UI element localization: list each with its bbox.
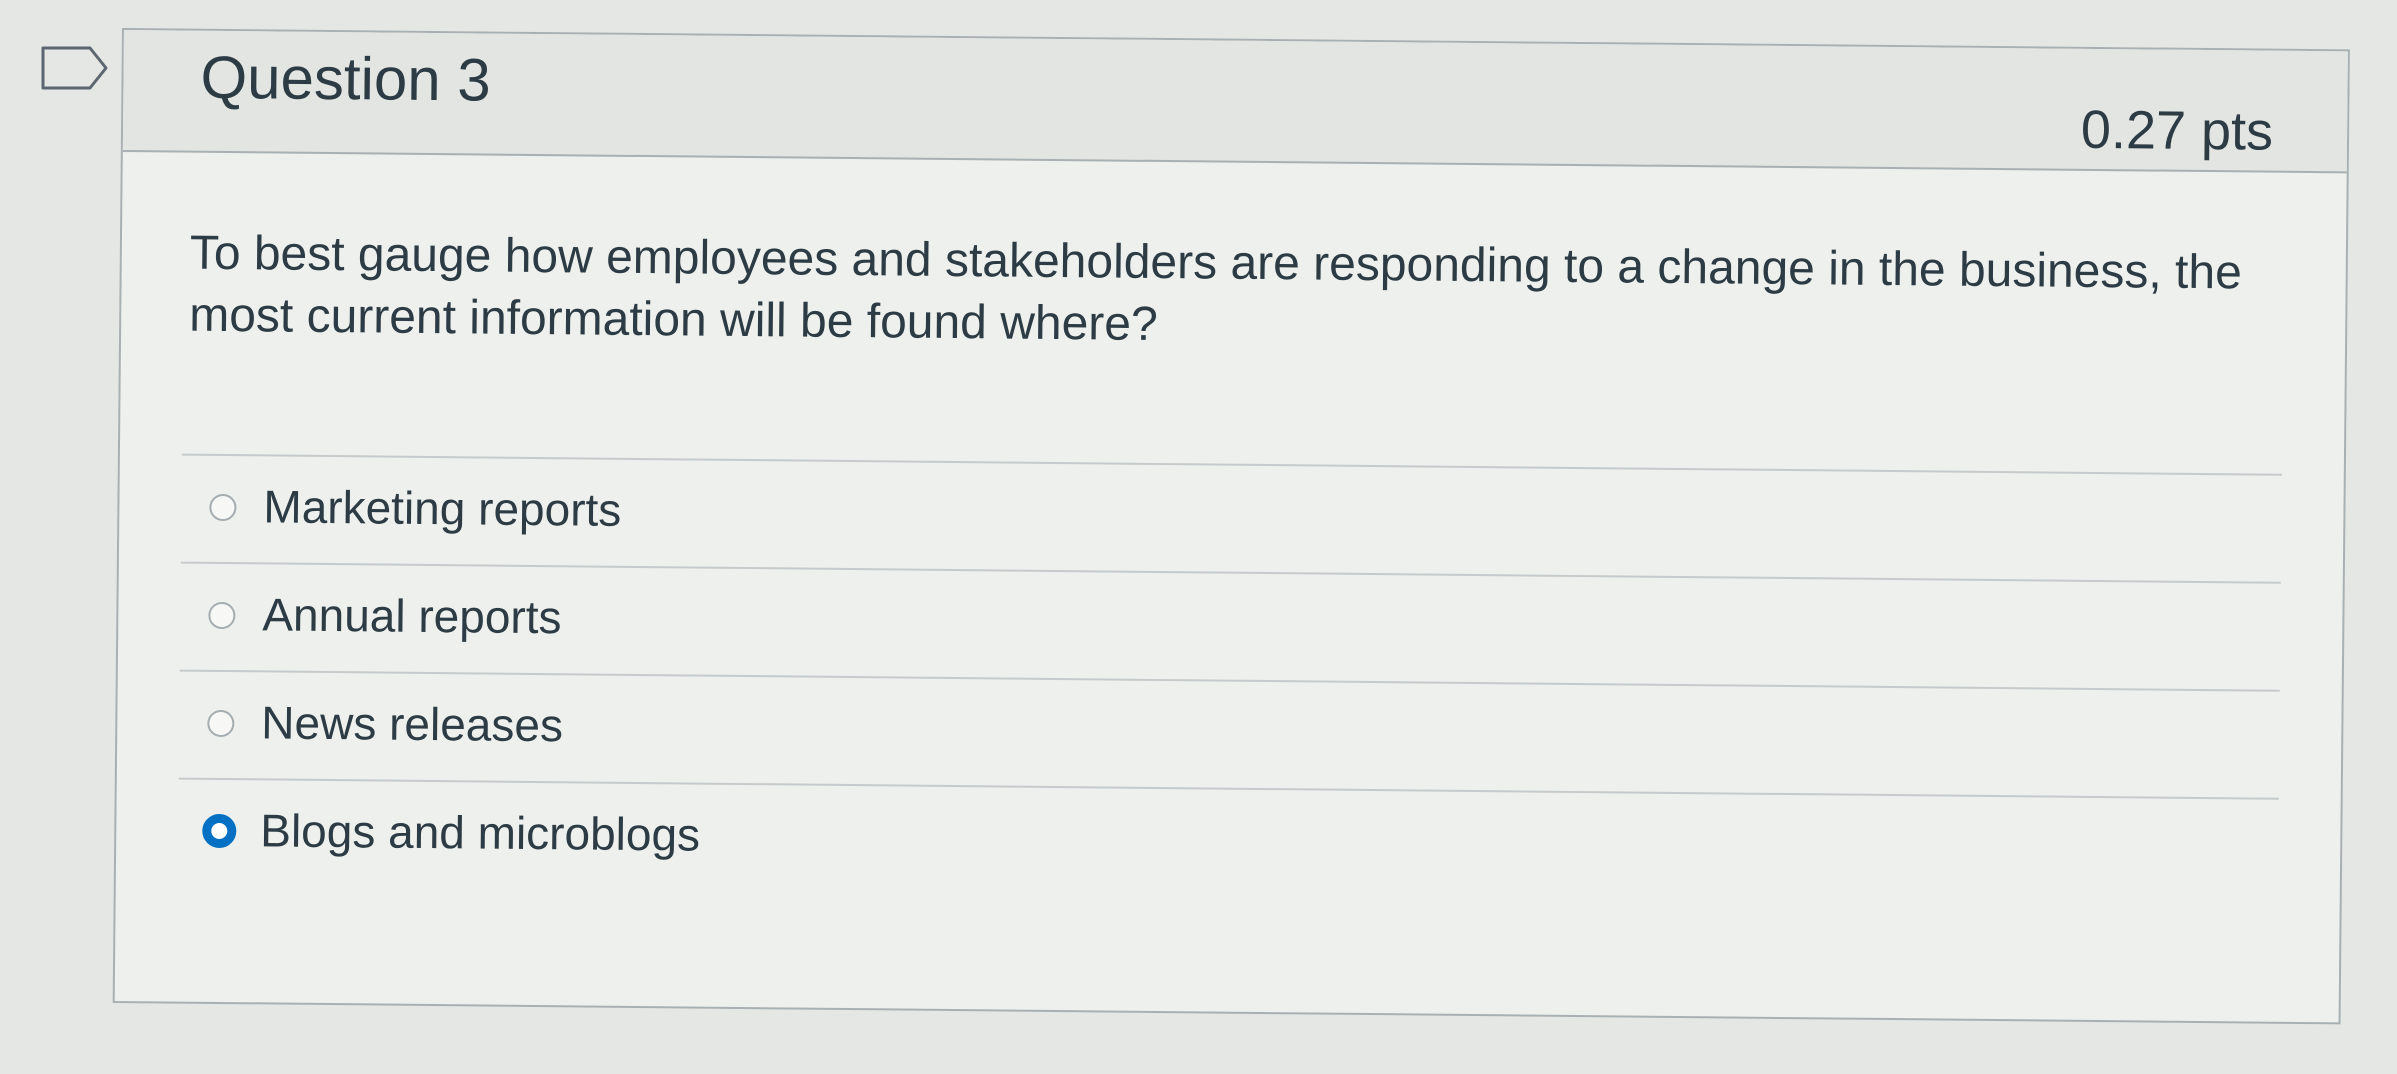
question-card: Question 3 0.27 pts To best gauge how em…	[112, 28, 2350, 1025]
radio-button-selected[interactable]	[202, 813, 237, 849]
answer-label[interactable]: Annual reports	[262, 586, 562, 645]
answer-label[interactable]: Blogs and microblogs	[260, 802, 700, 862]
answer-list: Marketing reports Annual reports News re…	[177, 453, 2282, 908]
question-text: To best gauge how employees and stakehol…	[188, 226, 2243, 351]
radio-button[interactable]	[207, 709, 235, 738]
answer-option-blogs-microblogs[interactable]: Blogs and microblogs	[178, 780, 2279, 908]
answer-option-news-releases[interactable]: News releases	[178, 671, 2280, 800]
answer-label[interactable]: Marketing reports	[263, 478, 621, 537]
radio-button[interactable]	[208, 601, 236, 630]
question-title: Question 3	[200, 43, 492, 114]
answer-label[interactable]: News releases	[261, 694, 563, 753]
question-header: Question 3 0.27 pts	[122, 30, 2348, 174]
answer-option-marketing-reports[interactable]: Marketing reports	[180, 455, 2282, 584]
flag-question-icon[interactable]	[40, 45, 110, 91]
radio-button[interactable]	[209, 493, 237, 522]
answer-option-annual-reports[interactable]: Annual reports	[179, 563, 2281, 692]
question-points: 0.27 pts	[2080, 99, 2274, 162]
